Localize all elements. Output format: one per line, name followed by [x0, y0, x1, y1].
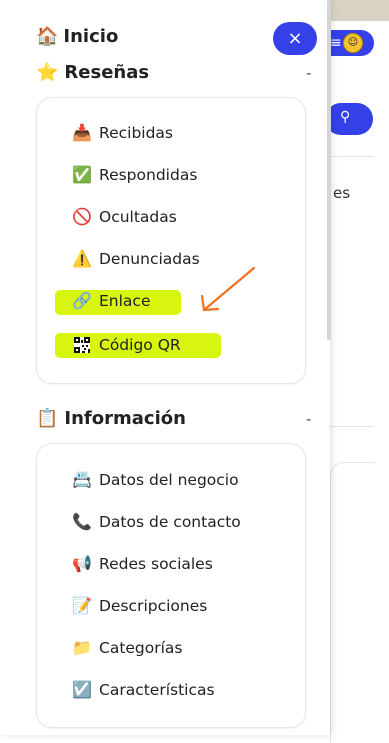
menu-item-label: Redes sociales [99, 555, 213, 573]
menu-item-label: Denunciadas [99, 250, 200, 268]
menu-item-label: Enlace [99, 292, 151, 310]
menu-item-datos-contacto[interactable]: 📞 Datos de contacto [72, 512, 241, 532]
arrow-icon [200, 266, 256, 312]
menu-item-label: Ocultadas [99, 208, 177, 226]
menu-item-label: Recibidas [99, 124, 173, 142]
card-icon: 📇 [72, 470, 92, 489]
menu-item-denunciadas[interactable]: ⚠️ Denunciadas [72, 249, 200, 269]
section-title: Información [64, 408, 186, 429]
menu-item-categorias[interactable]: 📁 Categorías [72, 638, 183, 658]
qr-code-icon [72, 335, 92, 355]
menu-item-respondidas[interactable]: ✅ Respondidas [72, 165, 197, 185]
house-icon: 🏠 [36, 26, 59, 47]
menu-item-enlace[interactable]: 🔗 Enlace [72, 291, 150, 311]
phone-icon: 📞 [72, 512, 92, 531]
background-partial-text: es [333, 184, 351, 202]
link-icon: 🔗 [72, 291, 92, 310]
home-link[interactable]: 🏠 Inicio [36, 26, 118, 47]
menu-item-descripciones[interactable]: 📝 Descripciones [72, 596, 207, 616]
menu-lines-icon: ≡ [330, 35, 342, 51]
section-header-informacion[interactable]: 📋 Información [36, 408, 186, 429]
smiley-icon: ☺ [343, 33, 363, 53]
clipboard-icon: 📋 [36, 408, 59, 429]
menu-item-label: Datos del negocio [99, 471, 239, 489]
background-card-edge [330, 640, 339, 740]
menu-item-label: Características [99, 681, 215, 699]
star-icon: ⭐ [36, 62, 59, 83]
menu-item-datos-negocio[interactable]: 📇 Datos del negocio [72, 470, 239, 490]
collapse-toggle[interactable]: - [306, 64, 311, 82]
menu-item-label: Código QR [99, 336, 181, 354]
search-icon: ⚲ [340, 109, 351, 125]
menu-item-label: Respondidas [99, 166, 198, 184]
warning-icon: ⚠️ [72, 249, 92, 268]
menu-item-label: Datos de contacto [99, 513, 241, 531]
menu-item-recibidas[interactable]: 📥 Recibidas [72, 123, 173, 143]
check-box-icon: ✅ [72, 165, 92, 184]
collapse-toggle[interactable]: - [306, 410, 311, 428]
background-top-bar [330, 0, 389, 21]
home-label: Inicio [63, 26, 119, 47]
menu-item-label: Categorías [99, 639, 183, 657]
close-button[interactable]: × [273, 22, 317, 55]
menu-item-ocultadas[interactable]: 🚫 Ocultadas [72, 207, 177, 227]
background-divider [330, 156, 374, 157]
check-box-icon: ☑️ [72, 680, 92, 699]
background-divider [330, 426, 374, 427]
close-icon: × [287, 28, 303, 49]
side-menu-panel: 🏠 Inicio × ⭐ Reseñas - 📥 Recibidas ✅ Res… [0, 0, 331, 735]
megaphone-icon: 📢 [72, 554, 92, 573]
menu-item-label: Descripciones [99, 597, 208, 615]
menu-item-redes-sociales[interactable]: 📢 Redes sociales [72, 554, 213, 574]
menu-item-caracteristicas[interactable]: ☑️ Características [72, 680, 215, 700]
memo-icon: 📝 [72, 596, 92, 615]
section-header-resenas[interactable]: ⭐ Reseñas [36, 62, 149, 83]
inbox-icon: 📥 [72, 123, 92, 142]
menu-item-codigo-qr[interactable]: Código QR [72, 335, 181, 355]
scrollbar[interactable] [327, 0, 331, 340]
prohibited-icon: 🚫 [72, 207, 92, 226]
section-title: Reseñas [64, 62, 150, 83]
folder-icon: 📁 [72, 638, 92, 657]
